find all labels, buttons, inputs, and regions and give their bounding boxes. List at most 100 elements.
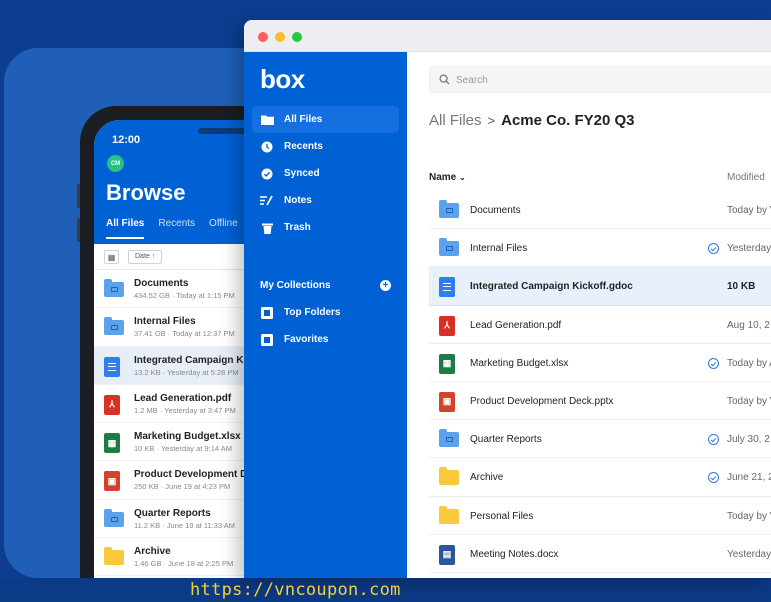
- file-name: Internal Files: [470, 243, 528, 255]
- close-window-icon[interactable]: [258, 32, 268, 42]
- table-row[interactable]: Archive June 21, 2: [429, 458, 771, 497]
- file-name: Marketing Budget.xlsx: [470, 357, 569, 369]
- table-row[interactable]: Personal Files Today by V: [429, 497, 771, 535]
- sort-date-button[interactable]: Date ↑: [128, 250, 163, 264]
- sidebar-item-notes[interactable]: Notes: [252, 187, 399, 214]
- avatar[interactable]: CM: [107, 155, 124, 172]
- pptx-icon: ▣: [104, 471, 120, 492]
- breadcrumb-parent[interactable]: All Files: [429, 112, 482, 129]
- file-name: Quarter Reports: [134, 507, 211, 519]
- sidebar-item-label: Recents: [284, 141, 323, 152]
- column-name-sort[interactable]: Name ⌄: [429, 172, 466, 183]
- main-content: All Files > Acme Co. FY20 Q3 Name ⌄ Modi…: [407, 52, 771, 578]
- status-time: 12:00: [112, 134, 141, 146]
- maximize-window-icon[interactable]: [292, 32, 302, 42]
- table-row[interactable]: Documents Today by V: [429, 191, 771, 230]
- sidebar-nav: All Files Recents Synced Notes Trash: [252, 106, 399, 241]
- file-modified: 10 KB: [727, 281, 756, 293]
- tab-offline[interactable]: Offline: [209, 218, 238, 239]
- collections-header: My Collections +: [260, 280, 391, 291]
- column-name-label: Name: [429, 172, 457, 183]
- window-titlebar: [244, 20, 771, 52]
- file-modified: Yesterday: [727, 243, 771, 255]
- sidebar-item-all-files[interactable]: All Files: [252, 106, 399, 133]
- page-title: Browse: [106, 180, 186, 205]
- sidebar-item-top-folders[interactable]: Top Folders: [252, 299, 399, 326]
- file-meta: 250 KB · June 19 at 4:23 PM: [134, 482, 231, 492]
- file-name: Product Development Deck.pptx: [470, 395, 614, 407]
- table-row[interactable]: ⅄ Lead Generation.pdf Aug 10, 2: [429, 306, 771, 344]
- breadcrumb: All Files > Acme Co. FY20 Q3: [429, 112, 635, 129]
- table-row[interactable]: ▤ Meeting Notes.docx Yesterday: [429, 535, 771, 573]
- file-modified: July 30, 2: [727, 434, 770, 446]
- table-row[interactable]: Employee DocumentationYesterday: [429, 573, 771, 578]
- file-name: Integrated Campaign Ki: [134, 354, 247, 366]
- shared-folder-icon: [104, 317, 124, 336]
- file-meta: 1.2 MB · Yesterday at 3:47 PM: [134, 405, 236, 415]
- file-modified: Today by V: [727, 205, 771, 216]
- search-icon: [439, 74, 450, 85]
- trash-icon: [260, 221, 274, 235]
- file-list: Documents Today by V Internal Files Yesterd…: [429, 191, 771, 578]
- sidebar-item-label: Synced: [284, 168, 320, 179]
- folder-icon: [439, 505, 459, 524]
- file-modified: Today by A: [727, 357, 771, 369]
- file-name: Quarter Reports: [470, 434, 542, 446]
- search-input[interactable]: [456, 71, 716, 89]
- folder-icon: [104, 547, 124, 566]
- folder-icon: [260, 113, 274, 127]
- sidebar-item-favorites[interactable]: Favorites: [252, 326, 399, 353]
- collection-icon: [260, 333, 274, 347]
- file-name: Lead Generation.pdf: [134, 392, 232, 404]
- collections-list: Top Folders Favorites: [252, 299, 399, 353]
- watermark-text: https://vncoupon.com: [190, 580, 401, 600]
- notes-icon: [260, 194, 274, 208]
- docx-icon: ▤: [439, 544, 455, 565]
- phone-tabs: All Files Recents Offline: [106, 218, 238, 239]
- sidebar-item-synced[interactable]: Synced: [252, 160, 399, 187]
- grid-view-icon[interactable]: ▦: [104, 250, 119, 264]
- file-name: Archive: [134, 546, 171, 558]
- add-collection-icon[interactable]: +: [380, 280, 391, 291]
- xlsx-icon: ▦: [439, 353, 455, 374]
- sidebar-item-trash[interactable]: Trash: [252, 214, 399, 241]
- search-bar: [429, 66, 771, 93]
- desktop-window: box All Files Recents Synced Notes Trash My …: [244, 20, 771, 578]
- pdf-icon: ⅄: [104, 394, 120, 415]
- shared-folder-icon: [104, 279, 124, 297]
- folder-icon: [439, 467, 459, 486]
- sidebar-item-recents[interactable]: Recents: [252, 133, 399, 160]
- file-meta: 434.52 GB · Today at 1:15 PM: [134, 291, 235, 300]
- table-row[interactable]: Quarter Reports July 30, 2: [429, 420, 771, 459]
- file-name: Documents: [134, 278, 189, 289]
- shared-folder-icon: [439, 238, 459, 257]
- table-row[interactable]: Integrated Campaign Kickoff.gdoc 10 KB: [429, 267, 771, 306]
- minimize-window-icon[interactable]: [275, 32, 285, 42]
- check-circle-icon: [260, 167, 274, 181]
- file-modified: Yesterday: [727, 548, 771, 560]
- tab-all-files[interactable]: All Files: [106, 218, 145, 239]
- table-row[interactable]: Internal Files Yesterday: [429, 229, 771, 268]
- tab-recents[interactable]: Recents: [158, 218, 195, 239]
- chevron-down-icon: ⌄: [459, 173, 466, 182]
- file-meta: 10 KB · Yesterday at 9:14 AM: [134, 444, 232, 454]
- sidebar-item-label: All Files: [284, 114, 323, 125]
- file-name: Integrated Campaign Kickoff.gdoc: [470, 281, 633, 293]
- file-name: Product Development D: [134, 469, 248, 481]
- pdf-icon: ⅄: [439, 315, 455, 336]
- synced-icon: [708, 434, 719, 446]
- shared-folder-icon: [104, 508, 124, 527]
- table-row[interactable]: ▣ Product Development Deck.pptx Today by V: [429, 382, 771, 421]
- column-modified[interactable]: Modified: [727, 172, 765, 183]
- file-meta: 13.2 KB · Yesterday at 5:28 PM: [134, 367, 239, 377]
- shared-folder-icon: [439, 429, 459, 448]
- box-logo[interactable]: box: [260, 64, 305, 95]
- gdoc-icon: [439, 277, 455, 298]
- synced-icon: [708, 243, 719, 255]
- table-row[interactable]: ▦ Marketing Budget.xlsx Today by A: [429, 344, 771, 382]
- file-name: Archive: [470, 472, 504, 484]
- sidebar-item-label: Trash: [284, 222, 311, 233]
- clock-icon: [260, 140, 274, 154]
- shared-folder-icon: [439, 200, 459, 218]
- pptx-icon: ▣: [439, 391, 455, 412]
